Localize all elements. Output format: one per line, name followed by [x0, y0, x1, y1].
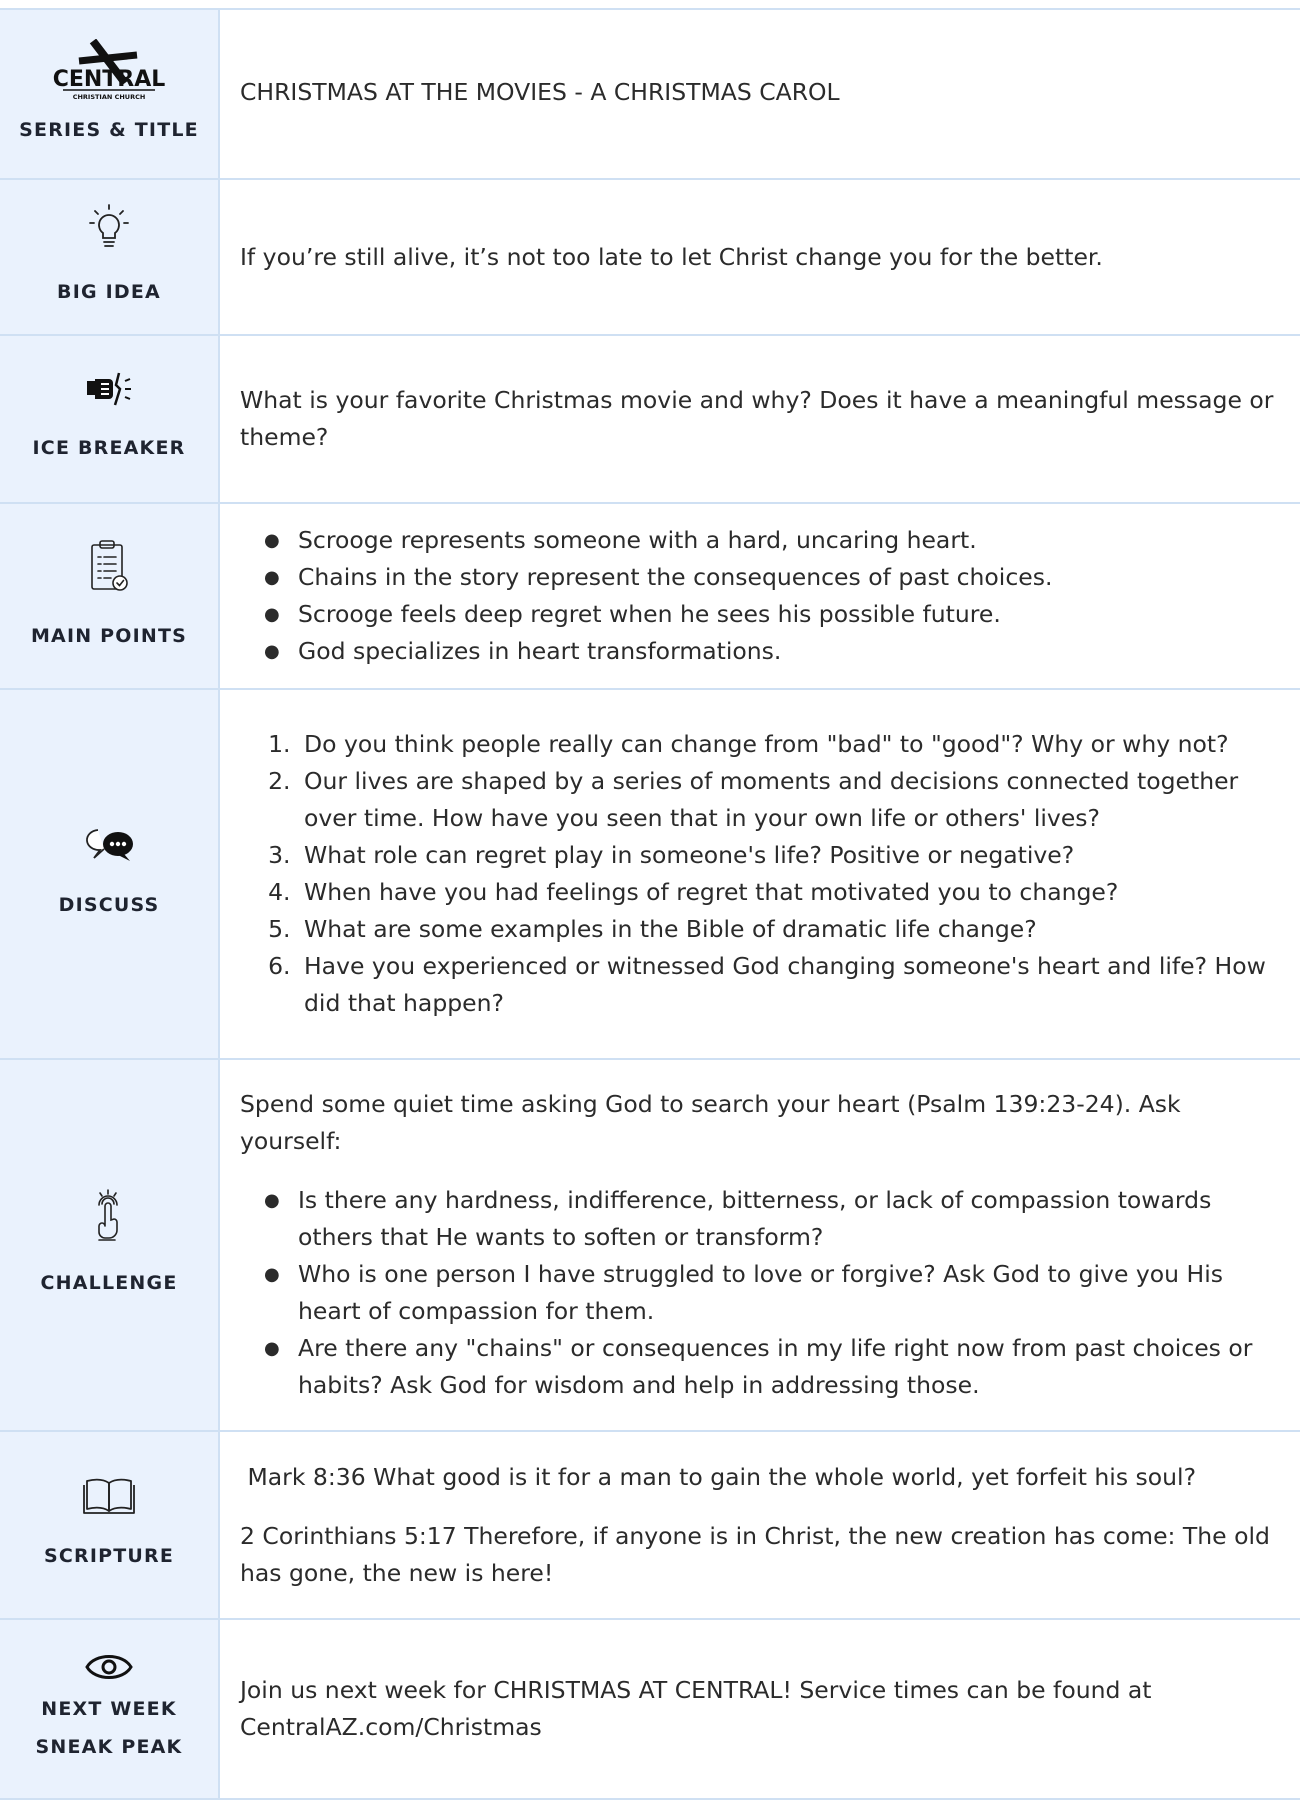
series-label-cell: CENTRAL CHRISTIAN CHURCH SERIES & TITLE: [0, 10, 220, 178]
list-item: What role can regret play in someone's l…: [298, 837, 1288, 874]
scripture-label: SCRIPTURE: [43, 1545, 175, 1567]
next-week-text: Join us next week for CHRISTMAS AT CENTR…: [240, 1676, 1152, 1741]
main-points-label: MAIN POINTS: [30, 625, 188, 647]
row-discuss: DISCUSS Do you think people really can c…: [0, 688, 1300, 1058]
next-week-cell: Join us next week for CHRISTMAS AT CENTR…: [220, 1620, 1300, 1798]
challenge-questions-list: Is there any hardness, indifference, bit…: [240, 1182, 1288, 1404]
clipboard-checklist-icon: [87, 537, 131, 595]
big-idea-cell: If you’re still alive, it’s not too late…: [220, 180, 1300, 334]
discuss-label-cell: DISCUSS: [0, 690, 220, 1058]
ice-breaker-label: ICE BREAKER: [32, 437, 186, 459]
big-idea-label-cell: BIG IDEA: [0, 180, 220, 334]
scripture-label-cell: SCRIPTURE: [0, 1432, 220, 1618]
challenge-cell: Spend some quiet time asking God to sear…: [220, 1060, 1300, 1430]
ice-breaker-label-cell: ICE BREAKER: [0, 336, 220, 502]
discuss-cell: Do you think people really can change fr…: [220, 690, 1300, 1058]
list-item: Scrooge represents someone with a hard, …: [264, 522, 1288, 559]
row-main-points: MAIN POINTS Scrooge represents someone w…: [0, 502, 1300, 688]
ice-breaker-text: What is your favorite Christmas movie an…: [240, 386, 1274, 451]
row-series-title: CENTRAL CHRISTIAN CHURCH SERIES & TITLE …: [0, 8, 1300, 178]
main-points-list: Scrooge represents someone with a hard, …: [240, 522, 1288, 670]
big-idea-label: BIG IDEA: [57, 281, 161, 303]
discuss-questions-list: Do you think people really can change fr…: [240, 726, 1288, 1022]
list-item: Our lives are shaped by a series of mome…: [298, 763, 1288, 837]
list-item: Have you experienced or witnessed God ch…: [298, 948, 1288, 1022]
list-item: When have you had feelings of regret tha…: [298, 874, 1288, 911]
scripture-cell: Mark 8:36 What good is it for a man to g…: [220, 1432, 1300, 1618]
eye-icon: [84, 1652, 134, 1682]
row-ice-breaker: ICE BREAKER What is your favorite Christ…: [0, 334, 1300, 502]
series-title-text: CHRISTMAS AT THE MOVIES - A CHRISTMAS CA…: [240, 78, 840, 106]
list-item: Do you think people really can change fr…: [298, 726, 1288, 763]
series-title-label: SERIES & TITLE: [19, 119, 199, 141]
scripture-verse-1: Mark 8:36 What good is it for a man to g…: [240, 1462, 1197, 1491]
challenge-intro: Spend some quiet time asking God to sear…: [240, 1090, 1181, 1155]
central-church-logo: CENTRAL CHRISTIAN CHURCH: [49, 39, 169, 103]
challenge-label: CHALLENGE: [40, 1272, 178, 1294]
logo-wordmark: CENTRAL: [53, 67, 166, 92]
discussion-guide-table: CENTRAL CHRISTIAN CHURCH SERIES & TITLE …: [0, 8, 1300, 1800]
list-item: Who is one person I have struggled to lo…: [264, 1256, 1288, 1330]
fist-breaking-icon: [85, 371, 133, 407]
challenge-label-cell: CHALLENGE: [0, 1060, 220, 1430]
list-item: God specializes in heart transformations…: [264, 633, 1288, 670]
main-points-cell: Scrooge represents someone with a hard, …: [220, 504, 1300, 688]
row-big-idea: BIG IDEA If you’re still alive, it’s not…: [0, 178, 1300, 334]
logo-subtitle: CHRISTIAN CHURCH: [73, 93, 146, 101]
main-points-label-cell: MAIN POINTS: [0, 504, 220, 688]
next-week-label-line2: SNEAK PEAK: [35, 1736, 183, 1758]
discuss-label: DISCUSS: [58, 894, 160, 916]
finger-tap-icon: [91, 1188, 127, 1242]
list-item: Chains in the story represent the conseq…: [264, 559, 1288, 596]
list-item: What are some examples in the Bible of d…: [298, 911, 1288, 948]
list-item: Scrooge feels deep regret when he sees h…: [264, 596, 1288, 633]
big-idea-text: If you’re still alive, it’s not too late…: [240, 242, 1103, 271]
next-week-label-cell: NEXT WEEK SNEAK PEAK: [0, 1620, 220, 1798]
list-item: Is there any hardness, indifference, bit…: [264, 1182, 1288, 1256]
scripture-verse-2: 2 Corinthians 5:17 Therefore, if anyone …: [240, 1521, 1270, 1587]
row-scripture: SCRIPTURE Mark 8:36 What good is it for …: [0, 1430, 1300, 1618]
open-book-icon: [81, 1475, 137, 1515]
chat-bubbles-icon: [82, 824, 136, 864]
ice-breaker-cell: What is your favorite Christmas movie an…: [220, 336, 1300, 502]
row-challenge: CHALLENGE Spend some quiet time asking G…: [0, 1058, 1300, 1430]
list-item: Are there any "chains" or consequences i…: [264, 1330, 1288, 1404]
next-week-label-line1: NEXT WEEK: [41, 1698, 177, 1720]
series-title-cell: CHRISTMAS AT THE MOVIES - A CHRISTMAS CA…: [220, 10, 1300, 178]
row-next-week: NEXT WEEK SNEAK PEAK Join us next week f…: [0, 1618, 1300, 1800]
lightbulb-icon: [87, 203, 131, 251]
